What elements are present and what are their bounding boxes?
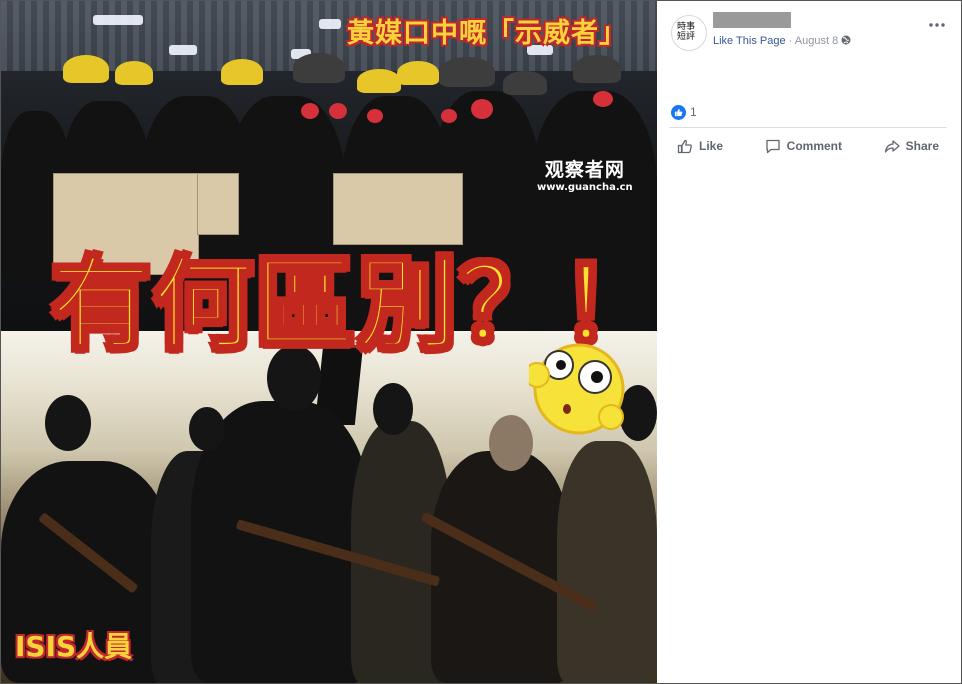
page-avatar[interactable]: 時事短評 [671, 15, 707, 51]
thumbs-up-icon [677, 139, 692, 153]
thumbs-up-icon [671, 104, 686, 120]
comment-label: Comment [786, 139, 842, 153]
flushed-face-icon [529, 343, 625, 435]
action-bar: Like Comment Share [669, 135, 947, 157]
redacted-page-name[interactable] [713, 12, 791, 28]
reaction-summary[interactable]: 1 [671, 104, 697, 120]
watermark-title: 观察者网 [544, 159, 625, 181]
watermark-url: www.guancha.cn [537, 182, 633, 193]
reaction-count: 1 [690, 105, 697, 119]
post-date[interactable]: August 8 [795, 35, 838, 47]
post-meta: Like This Page · August 8 [713, 35, 851, 47]
top-caption: 黃媒口中嘅「示威者」 [347, 18, 627, 49]
like-label: Like [699, 139, 724, 153]
like-button[interactable]: Like [669, 135, 731, 157]
meta-separator: · [788, 35, 793, 47]
bottom-caption: ISIS人員 [15, 630, 133, 663]
watermark: 观察者网 www.guancha.cn [537, 155, 633, 193]
post-image[interactable]: 黃媒口中嘅「示威者」 观察者网 www.guancha.cn 有何區別？！ IS… [1, 1, 657, 683]
post-frame: 黃媒口中嘅「示威者」 观察者网 www.guancha.cn 有何區別？！ IS… [0, 0, 962, 684]
comment-button[interactable]: Comment [757, 135, 850, 157]
share-icon [884, 139, 900, 153]
share-label: Share [905, 139, 939, 153]
comment-icon [766, 139, 780, 153]
like-page-link[interactable]: Like This Page [713, 35, 786, 47]
share-button[interactable]: Share [876, 135, 947, 157]
more-icon[interactable] [929, 14, 945, 32]
post-sidebar: 時事短評 Like This Page · August 8 1 Like Co… [657, 1, 961, 683]
globe-icon [841, 35, 851, 45]
avatar-logo: 時事短評 [677, 22, 696, 42]
divider [669, 127, 947, 128]
